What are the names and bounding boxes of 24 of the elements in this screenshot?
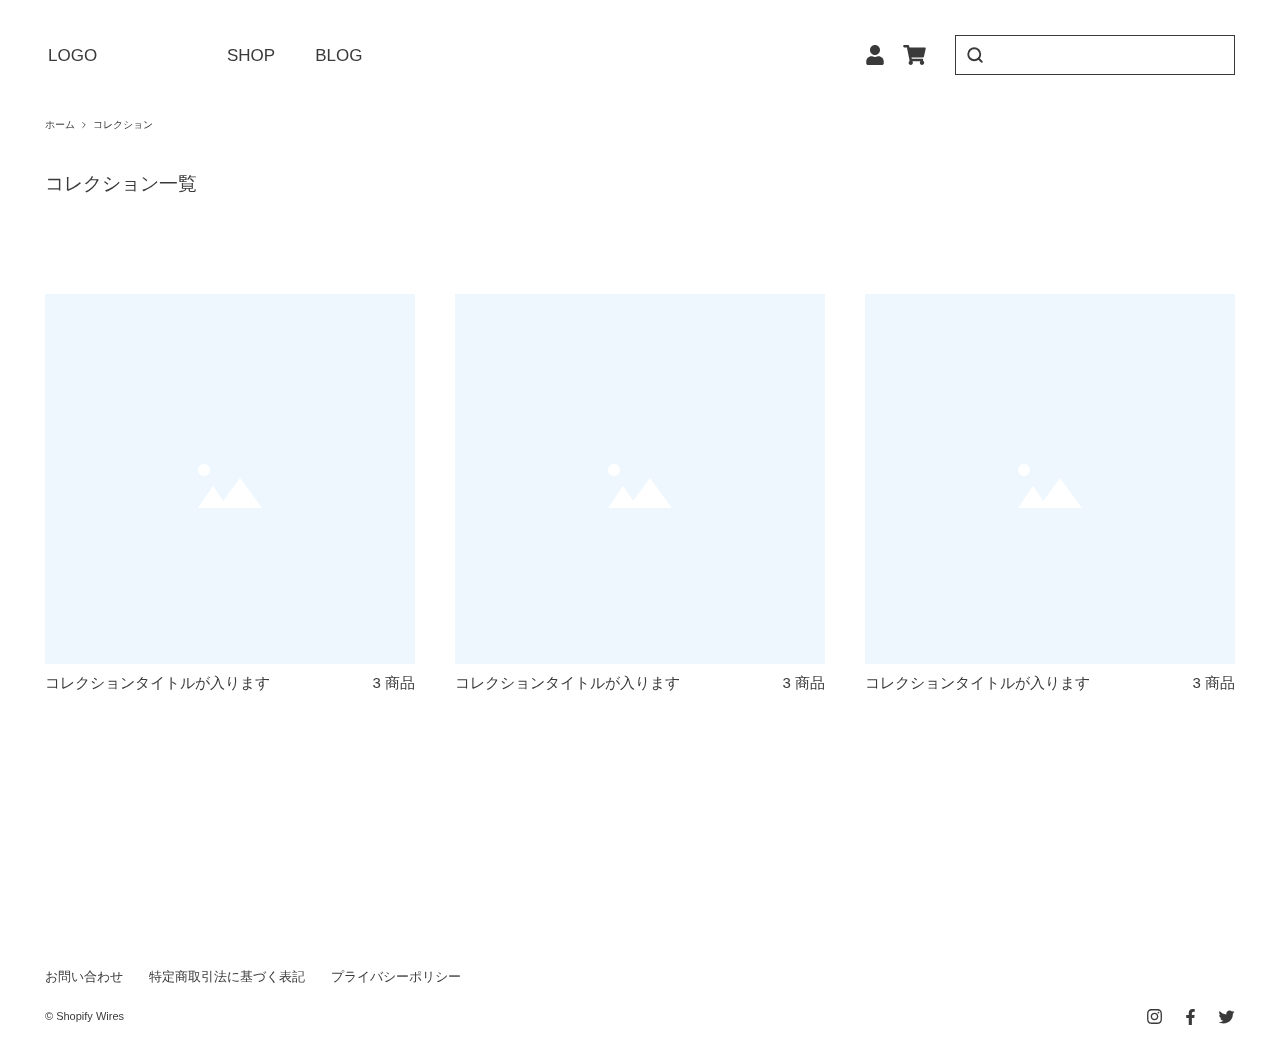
search-icon xyxy=(966,46,984,64)
footer-link[interactable]: 特定商取引法に基づく表記 xyxy=(149,966,305,986)
breadcrumb-link[interactable]: ホーム xyxy=(45,117,75,132)
twitter-icon[interactable] xyxy=(1218,1008,1235,1025)
cart-icon[interactable] xyxy=(903,45,926,65)
breadcrumb-link[interactable]: コレクション xyxy=(93,117,153,132)
account-icon[interactable] xyxy=(866,45,884,65)
product-count: 3 商品 xyxy=(1192,672,1235,693)
nav-link[interactable]: BLOG xyxy=(315,43,363,69)
instagram-icon[interactable] xyxy=(1146,1008,1163,1025)
product-count: 3 商品 xyxy=(782,672,825,693)
logo[interactable]: LOGO xyxy=(48,43,227,69)
chevron-right-icon xyxy=(79,119,89,130)
footer-link[interactable]: プライバシーポリシー xyxy=(331,966,461,986)
nav-link[interactable]: SHOP xyxy=(227,43,276,69)
facebook-icon[interactable] xyxy=(1183,1008,1198,1025)
copyright-text: © Shopify Wires xyxy=(45,1009,124,1025)
footer-link[interactable]: お問い合わせ xyxy=(45,966,123,986)
collection-title[interactable]: コレクションタイトルが入ります xyxy=(455,671,680,694)
collection-title[interactable]: コレクションタイトルが入ります xyxy=(865,671,1090,694)
collection-title[interactable]: コレクションタイトルが入ります xyxy=(45,671,270,694)
product-count: 3 商品 xyxy=(372,672,415,693)
search-field[interactable] xyxy=(955,35,1235,75)
page-title: コレクション一覧 xyxy=(45,172,198,196)
